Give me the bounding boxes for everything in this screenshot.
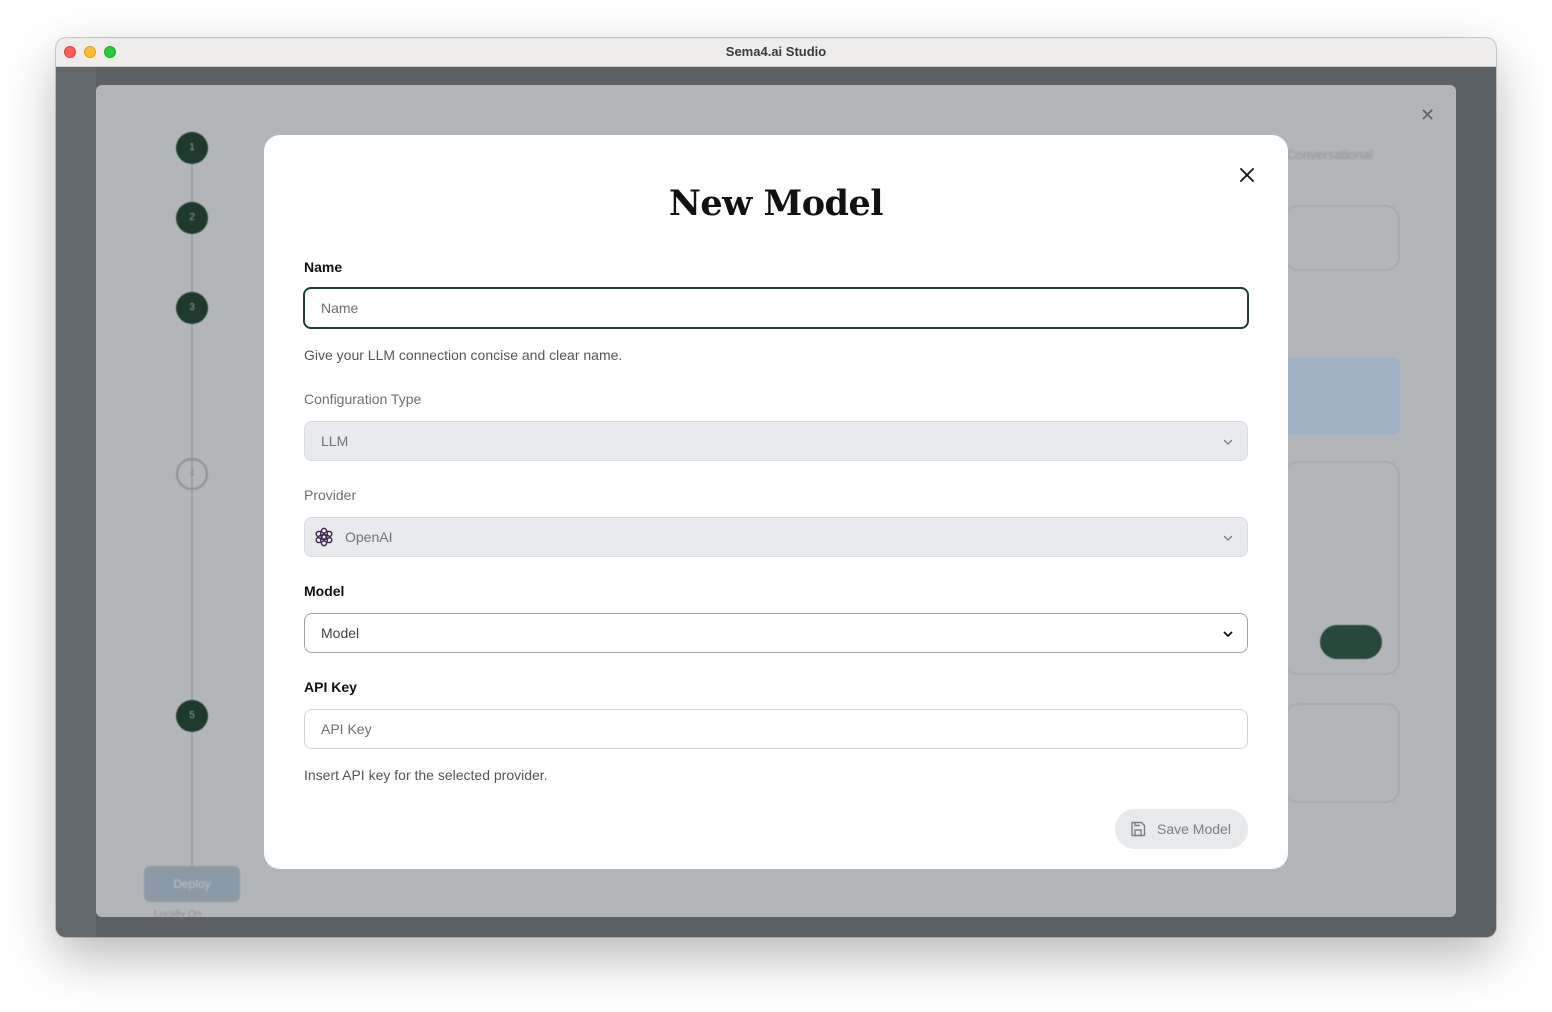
background-step-4: 4 xyxy=(176,458,208,490)
configuration-type-select[interactable]: LLM xyxy=(304,421,1248,461)
save-model-button[interactable]: Save Model xyxy=(1115,809,1248,849)
configuration-type-value: LLM xyxy=(321,433,349,449)
api-key-input[interactable] xyxy=(304,709,1248,749)
api-key-label: API Key xyxy=(304,679,357,695)
new-model-dialog: New Model Name Give your LLM connection … xyxy=(264,135,1288,869)
chevron-down-icon xyxy=(1223,535,1233,541)
background-step-1: 1 xyxy=(176,132,208,164)
api-key-helper-text: Insert API key for the selected provider… xyxy=(304,767,548,783)
background-card xyxy=(1284,205,1400,271)
background-deploy-button: Deploy xyxy=(144,866,240,902)
save-model-label: Save Model xyxy=(1157,821,1231,837)
background-deploy-caption: Locally On xyxy=(154,909,202,920)
chevron-down-icon xyxy=(1223,439,1233,445)
background-step-2: 2 xyxy=(176,202,208,234)
background-mode-label: Conversational xyxy=(1286,147,1373,162)
background-close-icon: ✕ xyxy=(1420,105,1436,125)
provider-select[interactable]: OpenAI xyxy=(304,517,1248,557)
background-card xyxy=(1284,703,1400,803)
background-info-card xyxy=(1284,357,1400,435)
save-icon xyxy=(1131,821,1146,837)
background-step-3: 3 xyxy=(176,292,208,324)
name-input[interactable] xyxy=(303,287,1249,329)
step-connector xyxy=(191,133,193,893)
background-confirm-button xyxy=(1320,625,1382,659)
background-sidebar xyxy=(56,67,96,937)
model-label: Model xyxy=(304,583,345,599)
dialog-title: New Model xyxy=(668,183,884,224)
model-select[interactable]: Model xyxy=(304,613,1248,653)
provider-label: Provider xyxy=(304,487,357,503)
background-step-5: 5 xyxy=(176,700,208,732)
provider-value: OpenAI xyxy=(345,529,393,545)
model-value: Model xyxy=(321,625,360,641)
name-label: Name xyxy=(304,259,343,275)
openai-logo-icon xyxy=(315,527,333,547)
configuration-type-label: Configuration Type xyxy=(304,391,422,407)
title-bar: Sema4.ai Studio xyxy=(56,38,1496,67)
chevron-down-icon xyxy=(1223,631,1233,637)
window-title: Sema4.ai Studio xyxy=(725,44,827,59)
name-helper-text: Give your LLM connection concise and cle… xyxy=(304,347,623,363)
